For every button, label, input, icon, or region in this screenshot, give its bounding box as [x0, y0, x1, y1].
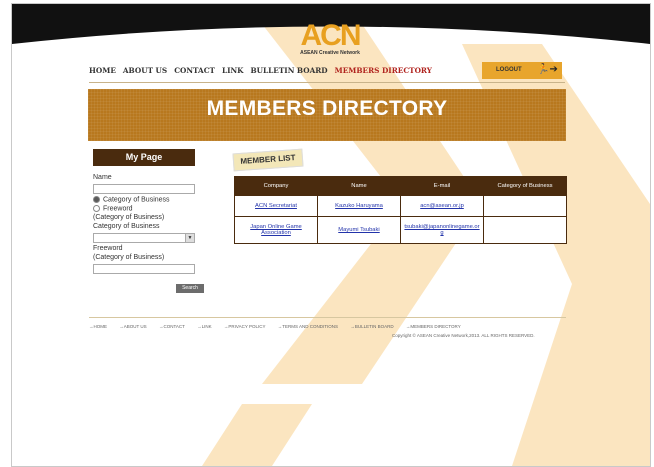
table-header-row: Company Name E-mail Category of Business [234, 176, 567, 196]
footer-link-bulletin-board[interactable]: →BULLETIN BOARD [350, 324, 393, 329]
logo-mark: ACN [300, 19, 362, 52]
col-category: Category of Business [483, 176, 567, 196]
footer-links: →HOME →ABOUT US →CONTACT →LINK →PRIVACY … [89, 324, 569, 329]
name-input[interactable] [93, 184, 195, 194]
browser-frame: ACN ASEAN Creative Network HOME ABOUT US… [11, 3, 651, 467]
nav-members-directory[interactable]: MEMBERS DIRECTORY [335, 66, 432, 80]
company-link[interactable]: Japan Online Game Association [250, 224, 302, 236]
exit-icon: 🏃➔ [537, 64, 558, 75]
radio-freeword[interactable] [93, 205, 100, 212]
chevron-down-icon: ▼ [185, 234, 194, 242]
nav-about-us[interactable]: ABOUT US [123, 66, 167, 80]
footer-link-link[interactable]: →LINK [197, 324, 212, 329]
footer-link-terms[interactable]: →TERMS AND CONDITIONS [278, 324, 338, 329]
logout-label: LOGOUT [496, 67, 522, 73]
radio-category-label: Category of Business [103, 196, 170, 204]
nav-home[interactable]: HOME [89, 66, 116, 80]
radio-freeword-row[interactable]: Freeword [93, 205, 133, 212]
logout-button[interactable]: LOGOUT 🏃➔ [482, 62, 562, 79]
search-button[interactable]: Search [176, 284, 204, 293]
table-row: Japan Online Game Association Mayumi Tsu… [234, 216, 567, 244]
cell-company: Japan Online Game Association [234, 216, 318, 244]
footer-divider [89, 317, 566, 318]
freeword-note: (Category of Business) [93, 254, 165, 261]
nav-divider [89, 82, 565, 83]
radio-category-row[interactable]: Category of Business [93, 196, 170, 203]
my-page-header: My Page [93, 149, 195, 166]
nav-bulletin-board[interactable]: BULLETIN BOARD [251, 66, 328, 80]
footer-link-home[interactable]: →HOME [89, 324, 107, 329]
footer-link-contact[interactable]: →CONTACT [159, 324, 185, 329]
logo-subtitle: ASEAN Creative Network [300, 50, 360, 56]
members-table: Company Name E-mail Category of Business… [234, 176, 567, 244]
col-name: Name [317, 176, 401, 196]
cell-company: ACN Secretariat [234, 195, 318, 217]
footer-link-members-directory[interactable]: →MEMBERS DIRECTORY [406, 324, 461, 329]
category-label: Category of Business [93, 223, 160, 230]
cell-name: Kazuko Haruyama [317, 195, 401, 217]
radio-category[interactable] [93, 196, 100, 203]
company-link[interactable]: ACN Secretariat [255, 203, 297, 209]
category-select[interactable]: ▼ [93, 233, 195, 243]
email-link[interactable]: tsubaki@japanonlinegame.org [404, 224, 479, 236]
nav-contact[interactable]: CONTACT [174, 66, 215, 80]
page-banner: MEMBERS DIRECTORY [88, 89, 566, 141]
radio-freeword-label: Freeword [103, 205, 133, 213]
footer-link-privacy-policy[interactable]: →PRIVACY POLICY [224, 324, 266, 329]
footer-link-about-us[interactable]: →ABOUT US [119, 324, 146, 329]
cell-email: tsubaki@japanonlinegame.org [400, 216, 484, 244]
copyright-text: Copyright © ASEAN Creative Network,2013.… [392, 333, 535, 338]
main-nav: HOME ABOUT US CONTACT LINK BULLETIN BOAR… [89, 66, 439, 80]
table-row: ACN Secretariat Kazuko Haruyama acn@asea… [234, 195, 567, 217]
cell-category [483, 195, 567, 217]
freeword-label: Freeword [93, 245, 123, 252]
col-company: Company [234, 176, 318, 196]
page-title: MEMBERS DIRECTORY [206, 97, 448, 120]
freeword-input[interactable] [93, 264, 195, 274]
cell-email: acn@asean.or.jp [400, 195, 484, 217]
acn-logo[interactable]: ACN ASEAN Creative Network [295, 19, 365, 60]
cell-category [483, 216, 567, 244]
col-email: E-mail [400, 176, 484, 196]
email-link[interactable]: acn@asean.or.jp [420, 203, 464, 209]
category-note: (Category of Business) [93, 214, 165, 221]
name-link[interactable]: Mayumi Tsubaki [338, 227, 379, 233]
cell-name: Mayumi Tsubaki [317, 216, 401, 244]
name-label: Name [93, 174, 112, 181]
nav-link[interactable]: LINK [222, 66, 244, 80]
name-link[interactable]: Kazuko Haruyama [335, 203, 383, 209]
